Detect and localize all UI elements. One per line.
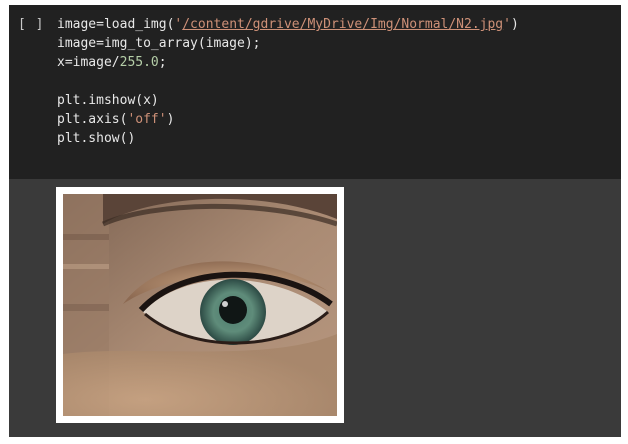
code-line: x=image/255.0;: [57, 53, 519, 72]
code-token: plt.show(): [57, 131, 136, 146]
code-line: image=load_img( '/content/gdrive/MyDrive/…: [57, 15, 519, 34]
run-cell-button[interactable]: [ ]: [18, 17, 44, 32]
code-line: plt.show(): [57, 129, 519, 148]
cell-output: [9, 179, 621, 437]
notebook-cell: [ ] image=load_img( '/content/gdrive/MyDr…: [9, 5, 621, 437]
code-token: image=img_to_array(image);: [57, 36, 261, 51]
code-token: ): [510, 17, 519, 32]
code-text[interactable]: image=load_img( '/content/gdrive/MyDrive/…: [57, 15, 519, 148]
output-image-frame: [56, 187, 344, 423]
code-token: plt.axis(: [57, 112, 128, 127]
code-token: ;: [158, 55, 167, 70]
code-token: 255.0: [119, 55, 159, 70]
code-token: ': [503, 17, 511, 32]
eye-image: [63, 194, 337, 416]
code-token: x=image/: [57, 55, 120, 70]
code-token: image=load_img(: [57, 17, 175, 32]
code-token: plt.imshow(x): [57, 93, 159, 108]
code-line: plt.imshow(x): [57, 91, 519, 110]
code-line: plt.axis('off'): [57, 110, 519, 129]
code-token: /content/gdrive/MyDrive/Img/Normal/N2.jp…: [182, 17, 504, 32]
code-token: 'off': [127, 112, 167, 127]
code-token: ): [166, 112, 175, 127]
code-editor[interactable]: [ ] image=load_img( '/content/gdrive/MyDr…: [9, 5, 621, 179]
code-line: image=img_to_array(image);: [57, 34, 519, 53]
